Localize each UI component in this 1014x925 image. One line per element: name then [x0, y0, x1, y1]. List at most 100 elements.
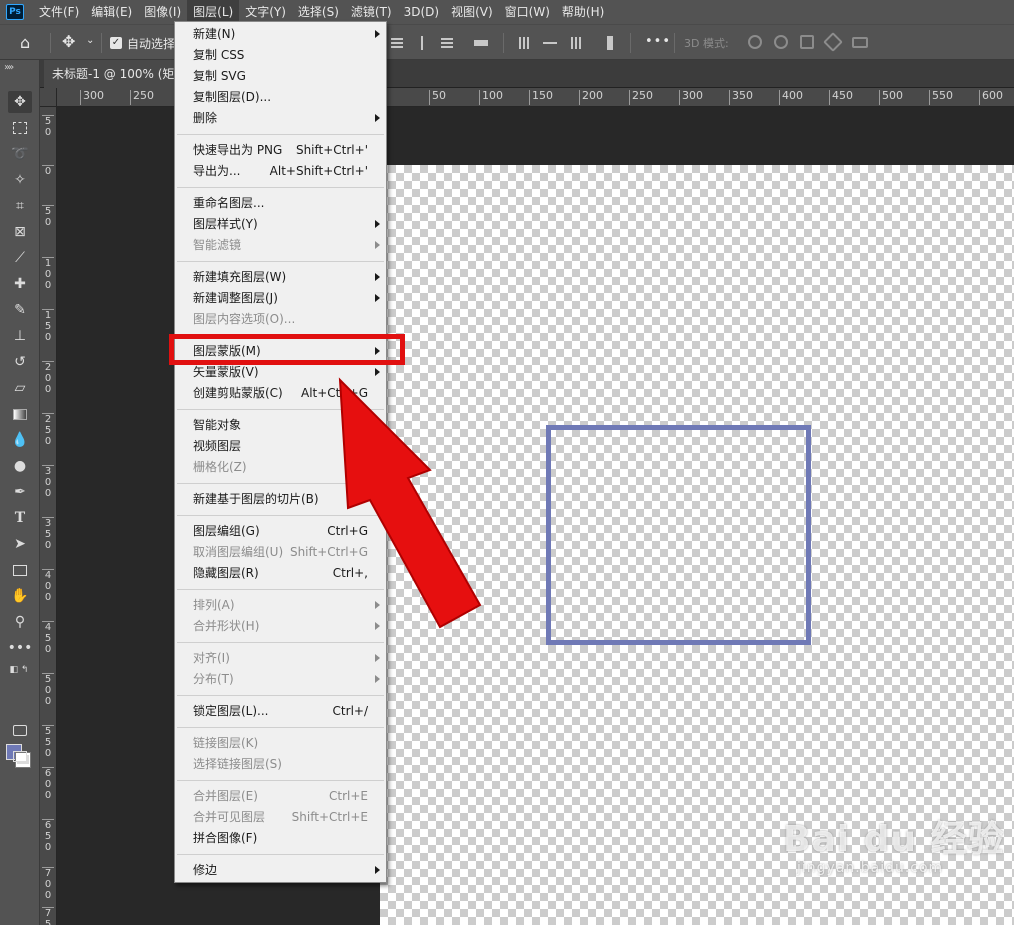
path-selection-tool-icon[interactable]: ➤ — [8, 533, 32, 555]
lasso-tool-icon[interactable]: ➰ — [8, 143, 32, 165]
layer-menu-item[interactable]: 拼合图像(F) — [175, 828, 386, 849]
menu-item-label: 新建填充图层(W) — [193, 270, 287, 284]
ruler-label: 7 5 0 — [42, 907, 54, 925]
3d-mode-label: 3D 模式: — [684, 37, 729, 50]
home-icon[interactable]: ⌂ — [20, 35, 30, 51]
auto-select-label: 自动选择 — [127, 37, 176, 51]
screen-mode-icon[interactable] — [8, 745, 32, 767]
orbit-3d-icon[interactable] — [748, 35, 762, 49]
gradient-tool-icon[interactable] — [8, 403, 32, 425]
submenu-arrow-icon — [375, 273, 380, 281]
layer-menu-item[interactable]: 重命名图层... — [175, 193, 386, 214]
align-right-icon[interactable] — [440, 36, 454, 50]
default-colors-icon[interactable]: ◧ ↰ — [4, 663, 34, 677]
layer-menu-item[interactable]: 复制图层(D)... — [175, 87, 386, 108]
align-bottom-icon[interactable] — [569, 36, 583, 50]
auto-select-checkbox[interactable]: ✓ — [110, 37, 122, 49]
ruler-label: 150 — [529, 90, 553, 105]
blur-tool-icon[interactable]: 💧 — [8, 429, 32, 451]
marquee-tool-icon[interactable] — [8, 117, 32, 139]
eraser-tool-icon[interactable]: ▱ — [8, 377, 32, 399]
layer-menu-item[interactable]: 导出为... Alt+Shift+Ctrl+' — [175, 161, 386, 182]
roll-3d-icon[interactable] — [774, 35, 788, 49]
type-tool-icon[interactable]: T — [8, 507, 32, 529]
dodge-tool-icon[interactable]: ● — [8, 455, 32, 477]
menu-item-label: 图层内容选项(O)... — [193, 312, 296, 326]
menu-file[interactable]: 文件(F) — [33, 0, 85, 24]
crop-tool-icon[interactable]: ⌗ — [8, 195, 32, 217]
menu-item-shortcut: Shift+Ctrl+E — [291, 810, 368, 824]
ruler-label: 600 — [979, 90, 1003, 105]
submenu-arrow-icon — [375, 220, 380, 228]
hand-tool-icon[interactable]: ✋ — [8, 585, 32, 607]
layer-menu-item[interactable]: 新建(N) — [175, 24, 386, 45]
slide-3d-icon[interactable] — [823, 32, 843, 52]
divider — [630, 33, 631, 53]
menu-item-shortcut: Alt+Shift+Ctrl+' — [269, 164, 368, 178]
zoom-tool-icon[interactable]: ⚲ — [8, 611, 32, 633]
submenu-arrow-icon — [375, 241, 380, 249]
menu-item-label: 排列(A) — [193, 598, 235, 612]
layer-menu-item[interactable]: 复制 SVG — [175, 66, 386, 87]
ruler-origin[interactable] — [40, 88, 57, 107]
brush-tool-icon[interactable]: ✎ — [8, 299, 32, 321]
layer-menu-item[interactable]: 复制 CSS — [175, 45, 386, 66]
rectangle-shape-layer[interactable] — [546, 425, 811, 645]
distribute-vertical-icon[interactable] — [603, 36, 617, 50]
menu-item-label: 栅格化(Z) — [193, 460, 247, 474]
edit-toolbar-icon[interactable]: ••• — [8, 637, 33, 659]
layer-menu-item[interactable]: 删除 — [175, 108, 386, 129]
tools-panel: »» ✥ ➰ ✧ ⌗ ⊠ ⟋ ✚ ✎ ⊥ ↺ ▱ 💧 ● ✒ T ➤ ✋ ⚲ •… — [0, 60, 40, 925]
magic-wand-tool-icon[interactable]: ✧ — [8, 169, 32, 191]
layer-menu-item[interactable]: 快速导出为 PNG Shift+Ctrl+' — [175, 140, 386, 161]
menu-item-label: 取消图层编组(U) — [193, 545, 284, 559]
quick-mask-icon[interactable] — [8, 719, 32, 741]
document-tab[interactable]: 未标题-1 @ 100% (矩形 — [44, 60, 184, 88]
menu-help[interactable]: 帮助(H) — [556, 0, 610, 24]
move-tool-icon[interactable]: ✥ — [8, 91, 32, 113]
ruler-label: 6 5 0 — [42, 819, 54, 853]
menu-window[interactable]: 窗口(W) — [499, 0, 556, 24]
menu-item-label: 拼合图像(F) — [193, 831, 258, 845]
collapse-chevron-icon[interactable]: »» — [4, 62, 14, 73]
menu-separator — [177, 780, 384, 781]
layer-menu-item[interactable]: 修边 — [175, 860, 386, 881]
scale-3d-camera-icon[interactable] — [852, 37, 868, 48]
align-top-icon[interactable] — [517, 36, 531, 50]
align-horizontal-center-icon[interactable] — [415, 36, 429, 50]
align-vertical-center-icon[interactable] — [543, 36, 557, 50]
rectangle-tool-icon[interactable] — [8, 559, 32, 581]
clone-stamp-tool-icon[interactable]: ⊥ — [8, 325, 32, 347]
menu-separator — [177, 261, 384, 262]
distribute-horizontal-icon[interactable] — [474, 36, 488, 50]
menu-bar: Ps 文件(F) 编辑(E) 图像(I) 图层(L) 文字(Y) 选择(S) 滤… — [0, 0, 1014, 24]
menu-item-label: 导出为... — [193, 164, 241, 178]
frame-tool-icon[interactable]: ⊠ — [8, 221, 32, 243]
menu-item-label: 图层编组(G) — [193, 524, 260, 538]
eyedropper-tool-icon[interactable]: ⟋ — [8, 247, 32, 269]
menu-item-label: 新建基于图层的切片(B) — [193, 492, 319, 506]
ruler-label: 6 0 0 — [42, 767, 54, 801]
menu-view[interactable]: 视图(V) — [445, 0, 499, 24]
move-tool-icon[interactable]: ✥ — [62, 34, 75, 50]
chevron-down-icon[interactable]: ⌄ — [86, 36, 94, 46]
history-brush-tool-icon[interactable]: ↺ — [8, 351, 32, 373]
healing-brush-tool-icon[interactable]: ✚ — [8, 273, 32, 295]
layer-menu-item[interactable]: 新建填充图层(W) — [175, 267, 386, 288]
vertical-ruler[interactable]: 5 0 0 5 0 1 0 0 1 5 0 2 0 0 2 5 0 3 0 0 3 5 0 4 0… — [40, 107, 57, 925]
drag-3d-icon[interactable] — [800, 35, 814, 49]
menu-3d[interactable]: 3D(D) — [398, 0, 445, 24]
layer-menu-item[interactable]: 图层样式(Y) — [175, 214, 386, 235]
align-left-icon[interactable] — [390, 36, 404, 50]
layer-menu-item[interactable]: 锁定图层(L)... Ctrl+/ — [175, 701, 386, 722]
watermark-url: jingyan.baidu.com — [797, 860, 944, 876]
more-options-icon[interactable]: ••• — [645, 35, 671, 48]
ruler-label: 5 0 — [42, 205, 54, 228]
menu-edit[interactable]: 编辑(E) — [85, 0, 138, 24]
ruler-label: 5 5 0 — [42, 725, 54, 759]
menu-separator — [177, 134, 384, 135]
layer-menu-item[interactable]: 新建调整图层(J) — [175, 288, 386, 309]
menu-item-label: 快速导出为 PNG — [193, 143, 283, 157]
pen-tool-icon[interactable]: ✒ — [8, 481, 32, 503]
ruler-label: 2 5 0 — [42, 413, 54, 447]
